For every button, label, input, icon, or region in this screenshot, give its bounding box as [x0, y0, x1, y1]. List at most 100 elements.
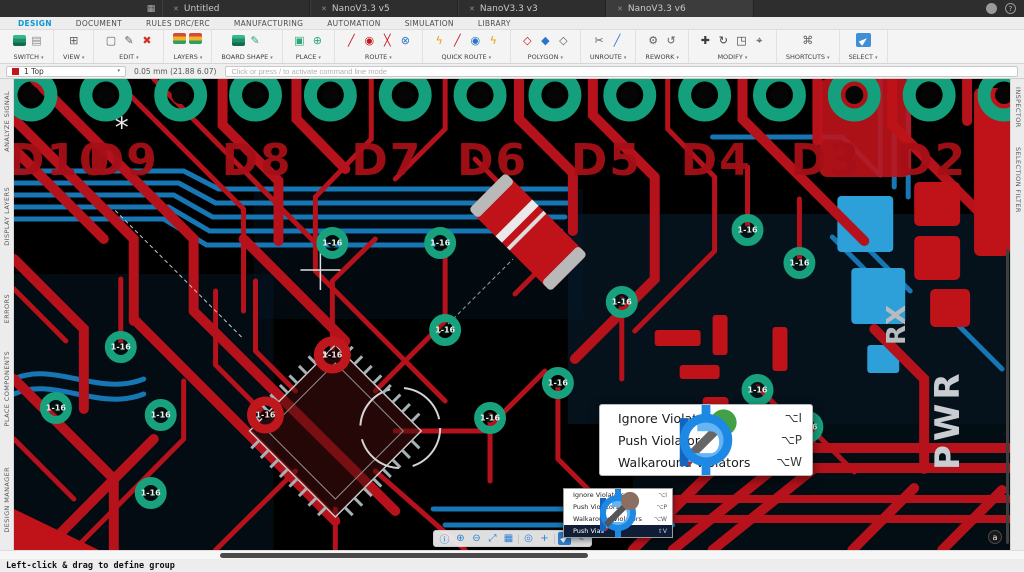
grid-settings-icon[interactable]: ▦ — [502, 532, 515, 545]
command-line-input[interactable] — [225, 66, 1019, 77]
toolbar-group-label[interactable]: POLYGON▾ — [528, 53, 563, 61]
view-grid-icon[interactable]: ⊞ — [66, 33, 81, 47]
context-menu-item-walkaround-violators[interactable]: Walkaround Violators⌥W — [600, 451, 812, 473]
quick-route-icon[interactable]: ϟ — [432, 33, 447, 47]
toolbar-group-label[interactable]: ROUTE▾ — [365, 53, 392, 61]
rework-undo-icon[interactable]: ↺ — [664, 33, 679, 47]
route-diff-pair-icon[interactable]: ╳ — [380, 33, 395, 47]
toolbar-group-label[interactable]: LAYERS▾ — [173, 53, 202, 61]
snap-icon[interactable]: ◎ — [522, 532, 535, 545]
switch-doc-icon[interactable]: ▤ — [29, 33, 44, 47]
polygon-pour-icon[interactable]: ◆ — [538, 33, 553, 47]
select-cursor-icon[interactable]: ► — [856, 33, 871, 47]
route-trace-icon[interactable]: ╱ — [344, 33, 359, 47]
route-bus-icon[interactable]: ⊗ — [398, 33, 413, 47]
app-grid-icon[interactable]: ▦ — [140, 0, 162, 17]
layer-settings-icon[interactable] — [189, 33, 202, 44]
toolbar-group-label[interactable]: UNROUTE▾ — [590, 53, 627, 61]
edit-copy-icon[interactable]: ▢ — [103, 33, 118, 47]
menu-item-design[interactable]: DESIGN — [18, 19, 52, 28]
user-avatar[interactable] — [986, 3, 997, 14]
svg-text:D7: D7 — [351, 135, 422, 186]
board-shape-edit-icon[interactable]: ✎ — [248, 33, 263, 47]
tab-label: NanoV3.3 v3 — [480, 4, 538, 14]
menu-item-document[interactable]: DOCUMENT — [76, 19, 122, 28]
assistant-icon[interactable]: a — [988, 530, 1002, 544]
tab-close-icon[interactable]: ✕ — [617, 5, 623, 13]
svg-text:1-16: 1-16 — [435, 325, 455, 334]
left-panel-analyze-signal[interactable]: ANALYZE SIGNAL — [3, 91, 11, 152]
document-tab[interactable]: ✕ NanoV3.3 v5 — [310, 0, 458, 17]
popup-item-push-vias[interactable]: Push Vias⇧V — [564, 525, 672, 537]
routing-mode-popup: Ignore Violators⌥IPush Violators⌥PWalkar… — [563, 488, 673, 538]
toolbar-group-label[interactable]: PLACE▾ — [296, 53, 321, 61]
left-panel-errors[interactable]: ERRORS — [3, 294, 11, 323]
svg-text:1-16: 1-16 — [480, 413, 500, 422]
toolbar-group-label[interactable]: SELECT▾ — [849, 53, 878, 61]
toolbar-group-label[interactable]: REWORK▾ — [645, 53, 678, 61]
pcb-board-view: 1-161-161-161-161-161-161-161-161-161-16… — [14, 79, 1010, 550]
toolbar-group-label[interactable]: EDIT▾ — [119, 53, 139, 61]
left-panel-design-manager[interactable]: DESIGN MANAGER — [3, 467, 11, 533]
polygon-edit-icon[interactable]: ◇ — [556, 33, 571, 47]
toolbar-group-label[interactable]: MODIFY▾ — [717, 53, 747, 61]
toolbar-group-label[interactable]: VIEW▾ — [63, 53, 84, 61]
menu-item-automation[interactable]: AUTOMATION — [327, 19, 380, 28]
layers-stack-icon[interactable] — [173, 33, 186, 44]
tab-label: NanoV3.3 v5 — [332, 4, 390, 14]
switch-pcb-icon[interactable] — [13, 35, 26, 46]
status-message: Left-click & drag to define group — [6, 561, 175, 571]
right-panel-inspector[interactable]: INSPECTOR — [1014, 87, 1022, 128]
chevron-down-icon: ▾ — [270, 55, 273, 61]
toolbar-group-label[interactable]: BOARD SHAPE▾ — [221, 53, 272, 61]
svg-text:D4: D4 — [681, 135, 752, 186]
info-icon[interactable]: ⓘ — [438, 532, 451, 545]
document-tab[interactable]: ✕NanoV3.3 v6 — [606, 0, 754, 17]
command-bar: 1 Top ▾ 0.05 mm (21.88 6.07) — [0, 64, 1024, 79]
place-component-icon[interactable]: ▣ — [292, 33, 307, 47]
tab-close-icon[interactable]: ✕ — [321, 5, 327, 13]
modify-align-icon[interactable]: ◳ — [734, 33, 749, 47]
left-panel-place-components[interactable]: PLACE COMPONENTS — [3, 351, 11, 426]
zoom-out-icon[interactable]: ⊖ — [470, 532, 483, 545]
quick-route-auto-icon[interactable]: ϟ — [486, 33, 501, 47]
help-icon[interactable]: ? — [1005, 3, 1016, 14]
menu-item-rules-drc-erc[interactable]: RULES DRC/ERC — [146, 19, 210, 28]
toolbar-group-label[interactable]: SWITCH▾ — [13, 53, 43, 61]
route-via-icon[interactable]: ◉ — [362, 33, 377, 47]
right-panel-selection-filter[interactable]: SELECTION FILTER — [1014, 147, 1022, 213]
horizontal-scrollbar-thumb[interactable] — [220, 553, 588, 558]
zoom-in-icon[interactable]: ⊕ — [454, 532, 467, 545]
layer-selector[interactable]: 1 Top ▾ — [6, 66, 126, 77]
board-shape-icon[interactable] — [232, 35, 245, 46]
unroute-segment-icon[interactable]: ╱ — [610, 33, 625, 47]
shortcuts-icon[interactable]: ⌘ — [800, 33, 815, 47]
quick-route-via-icon[interactable]: ◉ — [468, 33, 483, 47]
zoom-fit-icon[interactable]: ⤢ — [486, 532, 499, 545]
add-icon[interactable]: + — [538, 532, 551, 545]
place-add-icon[interactable]: ⊕ — [310, 33, 325, 47]
svg-text:D2: D2 — [896, 135, 967, 186]
modify-snap-icon[interactable]: ⌖ — [752, 33, 767, 47]
menu-item-manufacturing[interactable]: MANUFACTURING — [234, 19, 303, 28]
vertical-scrollbar-thumb[interactable] — [1006, 249, 1009, 544]
tab-close-icon[interactable]: ✕ — [173, 5, 179, 13]
menu-item-simulation[interactable]: SIMULATION — [405, 19, 454, 28]
left-panel-display-layers[interactable]: DISPLAY LAYERS — [3, 187, 11, 246]
unroute-icon[interactable]: ✂ — [592, 33, 607, 47]
polygon-draw-icon[interactable]: ◇ — [520, 33, 535, 47]
menu-item-library[interactable]: LIBRARY — [478, 19, 511, 28]
edit-delete-icon[interactable]: ✖ — [139, 33, 154, 47]
toolbar-group-label[interactable]: QUICK ROUTE▾ — [441, 53, 491, 61]
document-tab[interactable]: ✕ NanoV3.3 v3 — [458, 0, 606, 17]
toolbar-group-label[interactable]: SHORTCUTS▾ — [786, 53, 830, 61]
modify-move-icon[interactable]: ✚ — [698, 33, 713, 47]
pcb-canvas[interactable]: 1-161-161-161-161-161-161-161-161-161-16… — [14, 79, 1010, 550]
quick-route-trace-icon[interactable]: ╱ — [450, 33, 465, 47]
tab-close-icon[interactable]: ✕ — [469, 5, 475, 13]
modify-rotate-icon[interactable]: ↻ — [716, 33, 731, 47]
document-tab[interactable]: ✕Untitled — [162, 0, 310, 17]
horizontal-scrollbar[interactable] — [0, 550, 1024, 559]
edit-pencil-icon[interactable]: ✎ — [121, 33, 136, 47]
rework-tool-icon[interactable]: ⚙ — [646, 33, 661, 47]
